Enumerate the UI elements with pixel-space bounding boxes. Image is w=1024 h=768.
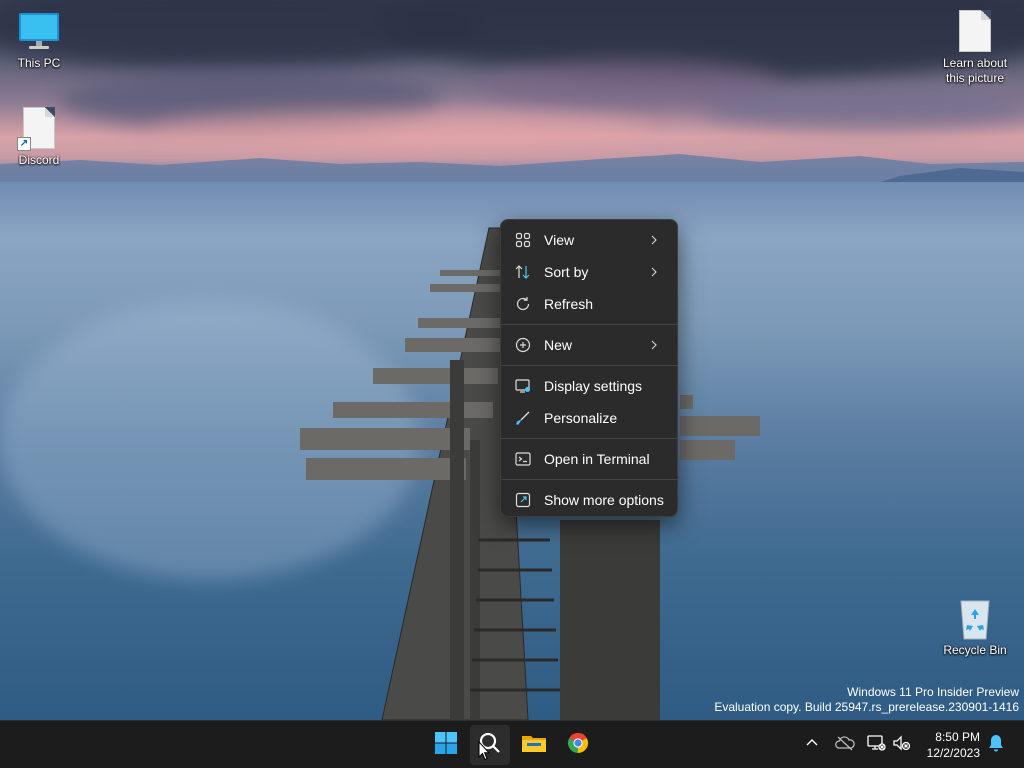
menu-item-label: Display settings bbox=[544, 378, 643, 394]
onedrive-icon bbox=[835, 735, 855, 756]
shortcut-arrow-icon: ↗ bbox=[17, 137, 31, 151]
desktop-icon-this-pc[interactable]: This PC bbox=[1, 10, 77, 71]
file-icon bbox=[953, 10, 997, 54]
menu-item-label: Personalize bbox=[544, 410, 618, 426]
network-icon bbox=[866, 734, 886, 757]
desktop-icon-label: This PC bbox=[17, 56, 61, 70]
search-button[interactable] bbox=[470, 725, 510, 765]
desktop-icon-label: Discord bbox=[18, 153, 60, 167]
start-button[interactable] bbox=[426, 725, 466, 765]
menu-item-personalize[interactable]: Personalize bbox=[501, 402, 677, 434]
taskbar: 8:50 PM 12/2/2023 bbox=[0, 720, 1024, 768]
menu-separator bbox=[501, 324, 677, 325]
menu-item-label: Show more options bbox=[544, 492, 664, 508]
clock-time: 8:50 PM bbox=[935, 730, 980, 744]
menu-item-label: Refresh bbox=[544, 296, 594, 312]
menu-item-label: View bbox=[544, 232, 575, 248]
menu-item-view[interactable]: View bbox=[501, 224, 677, 256]
menu-separator bbox=[501, 365, 677, 366]
menu-separator bbox=[501, 438, 677, 439]
chevron-right-icon bbox=[647, 338, 661, 352]
chevron-right-icon bbox=[647, 265, 661, 279]
notification-button[interactable] bbox=[984, 733, 1008, 757]
chevron-up-icon bbox=[805, 736, 819, 755]
desktop-icon-label: this picture bbox=[945, 71, 1005, 85]
brush-icon bbox=[515, 410, 531, 426]
recycle-bin-icon bbox=[953, 597, 997, 641]
desktop-icon-label: Recycle Bin bbox=[943, 643, 1007, 657]
onedrive-tray-button[interactable] bbox=[833, 733, 857, 757]
file-explorer-icon bbox=[521, 731, 547, 760]
desktop-icon-recycle-bin[interactable]: Recycle Bin bbox=[937, 597, 1013, 658]
refresh-icon bbox=[515, 296, 531, 312]
menu-item-open-in-terminal[interactable]: Open in Terminal bbox=[501, 443, 677, 475]
plus-circle-icon bbox=[515, 337, 531, 353]
menu-item-display-settings[interactable]: Display settings bbox=[501, 370, 677, 402]
sort-arrows-icon bbox=[515, 264, 531, 280]
monitor-icon bbox=[17, 10, 61, 54]
show-hidden-icons-button[interactable] bbox=[800, 733, 824, 757]
volume-muted-icon bbox=[892, 734, 912, 757]
menu-separator bbox=[501, 479, 677, 480]
chrome-button[interactable] bbox=[558, 725, 598, 765]
desktop-icon-learn-about-picture[interactable]: Learn about this picture bbox=[937, 10, 1013, 86]
volume-tray-button[interactable] bbox=[890, 733, 914, 757]
menu-item-sort-by[interactable]: Sort by bbox=[501, 256, 677, 288]
watermark-line: Evaluation copy. Build 25947.rs_prerelea… bbox=[714, 700, 1019, 714]
file-explorer-button[interactable] bbox=[514, 725, 554, 765]
network-tray-button[interactable] bbox=[864, 733, 888, 757]
menu-item-show-more-options[interactable]: Show more options bbox=[501, 484, 677, 516]
watermark-line: Windows 11 Pro Insider Preview bbox=[847, 685, 1019, 699]
expand-icon bbox=[515, 492, 531, 508]
mouse-cursor-icon bbox=[478, 741, 490, 761]
menu-item-label: New bbox=[544, 337, 573, 353]
display-icon bbox=[515, 378, 531, 394]
start-icon bbox=[434, 731, 458, 760]
desktop-icon-discord[interactable]: ↗ Discord bbox=[1, 107, 77, 168]
chevron-right-icon bbox=[647, 233, 661, 247]
file-shortcut-icon: ↗ bbox=[17, 107, 61, 151]
chrome-icon bbox=[566, 731, 590, 760]
grid-icon bbox=[515, 232, 531, 248]
menu-item-new[interactable]: New bbox=[501, 329, 677, 361]
desktop-context-menu: View Sort by Refresh New Display setting… bbox=[500, 219, 678, 517]
menu-item-label: Sort by bbox=[544, 264, 589, 280]
menu-item-refresh[interactable]: Refresh bbox=[501, 288, 677, 320]
evaluation-watermark: Windows 11 Pro Insider Preview Evaluatio… bbox=[714, 685, 1019, 715]
bell-icon bbox=[988, 734, 1004, 757]
desktop-icon-label: Learn about bbox=[942, 56, 1008, 70]
menu-item-label: Open in Terminal bbox=[544, 451, 650, 467]
taskbar-clock[interactable]: 8:50 PM 12/2/2023 bbox=[927, 729, 980, 761]
clock-date: 12/2/2023 bbox=[926, 746, 980, 760]
terminal-icon bbox=[515, 451, 531, 467]
